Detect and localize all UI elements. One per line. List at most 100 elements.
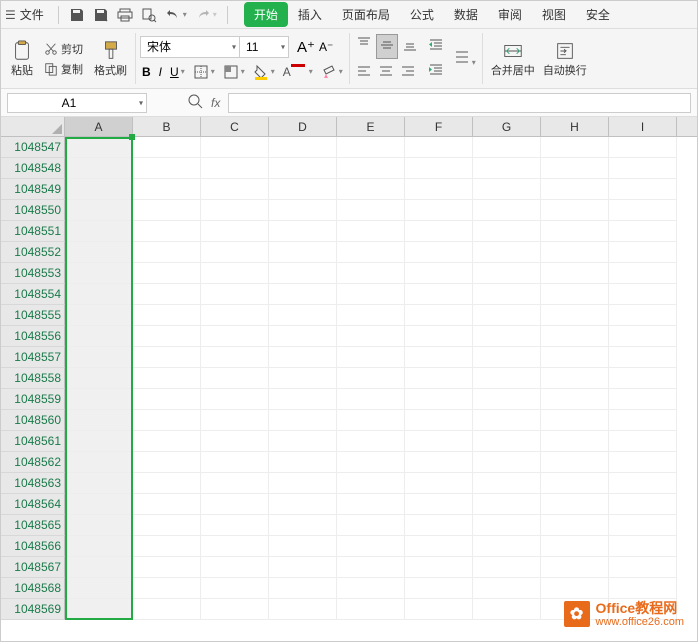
column-header[interactable]: E (337, 117, 405, 136)
row-header[interactable]: 1048555 (1, 305, 65, 326)
cell[interactable] (337, 515, 405, 536)
cell[interactable] (133, 431, 201, 452)
cell[interactable] (405, 599, 473, 620)
cell[interactable] (473, 578, 541, 599)
cell[interactable] (473, 557, 541, 578)
cell[interactable] (473, 242, 541, 263)
cell[interactable] (337, 305, 405, 326)
cell[interactable] (337, 389, 405, 410)
row-header[interactable]: 1048561 (1, 431, 65, 452)
cell[interactable] (337, 578, 405, 599)
cell[interactable] (201, 473, 269, 494)
cell[interactable] (609, 473, 677, 494)
cell[interactable] (337, 431, 405, 452)
cell[interactable] (269, 158, 337, 179)
bold-button[interactable]: B (140, 63, 153, 81)
cell[interactable] (269, 326, 337, 347)
row-header[interactable]: 1048564 (1, 494, 65, 515)
cell[interactable] (133, 263, 201, 284)
cell[interactable] (541, 347, 609, 368)
cell[interactable] (473, 221, 541, 242)
column-header[interactable]: I (609, 117, 677, 136)
cell[interactable] (65, 158, 133, 179)
tab-审阅[interactable]: 审阅 (488, 2, 532, 27)
cell[interactable] (133, 158, 201, 179)
align-top-button[interactable] (354, 34, 374, 59)
cell[interactable] (473, 536, 541, 557)
font-color-button[interactable]: A▾ (281, 62, 315, 82)
cell[interactable] (337, 452, 405, 473)
paste-button[interactable]: 粘贴 (7, 38, 37, 80)
cell[interactable] (133, 305, 201, 326)
cell[interactable] (473, 368, 541, 389)
column-header[interactable]: G (473, 117, 541, 136)
cell[interactable] (405, 536, 473, 557)
cell[interactable] (201, 536, 269, 557)
row-header[interactable]: 1048553 (1, 263, 65, 284)
cell[interactable] (65, 431, 133, 452)
chevron-down-icon[interactable]: ▾ (183, 10, 187, 19)
cell[interactable] (133, 137, 201, 158)
cell[interactable] (337, 326, 405, 347)
cell[interactable] (65, 473, 133, 494)
cell[interactable] (473, 305, 541, 326)
file-menu[interactable]: 文件 (20, 6, 44, 23)
format-painter-button[interactable]: 格式刷 (90, 38, 131, 80)
cell[interactable] (65, 305, 133, 326)
row-header[interactable]: 1048548 (1, 158, 65, 179)
underline-button[interactable]: U▾ (168, 63, 187, 81)
align-right-button[interactable] (398, 61, 418, 84)
tab-页面布局[interactable]: 页面布局 (332, 2, 400, 27)
row-header[interactable]: 1048547 (1, 137, 65, 158)
cell[interactable] (269, 494, 337, 515)
cell[interactable] (201, 137, 269, 158)
cell[interactable] (201, 599, 269, 620)
cell[interactable] (473, 431, 541, 452)
cell[interactable] (201, 158, 269, 179)
cell[interactable] (337, 200, 405, 221)
cell[interactable] (541, 494, 609, 515)
cell[interactable] (609, 242, 677, 263)
cell[interactable] (541, 326, 609, 347)
column-header[interactable]: A (65, 117, 133, 136)
cell[interactable] (609, 263, 677, 284)
align-middle-button[interactable] (376, 34, 398, 59)
cell[interactable] (201, 347, 269, 368)
row-header[interactable]: 1048559 (1, 389, 65, 410)
cell[interactable] (541, 515, 609, 536)
row-header[interactable]: 1048556 (1, 326, 65, 347)
cell[interactable] (405, 326, 473, 347)
cell[interactable] (609, 578, 677, 599)
cell[interactable] (609, 221, 677, 242)
cell[interactable] (133, 221, 201, 242)
cell[interactable] (133, 494, 201, 515)
cell[interactable] (201, 410, 269, 431)
cell[interactable] (541, 410, 609, 431)
cut-button[interactable]: 剪切 (41, 40, 86, 58)
cell[interactable] (473, 200, 541, 221)
cell[interactable] (65, 599, 133, 620)
cell[interactable] (201, 557, 269, 578)
row-header[interactable]: 1048557 (1, 347, 65, 368)
cell[interactable] (133, 410, 201, 431)
cell[interactable] (405, 410, 473, 431)
cell[interactable] (201, 389, 269, 410)
cell[interactable] (541, 452, 609, 473)
row-header[interactable]: 1048567 (1, 557, 65, 578)
cell[interactable] (201, 200, 269, 221)
cell[interactable] (65, 347, 133, 368)
cell[interactable] (541, 242, 609, 263)
cell[interactable] (201, 221, 269, 242)
redo-icon[interactable]: ▾ (195, 7, 217, 23)
save-as-icon[interactable] (93, 7, 109, 23)
cell[interactable] (609, 305, 677, 326)
cell[interactable] (405, 557, 473, 578)
column-header[interactable]: C (201, 117, 269, 136)
cell[interactable] (133, 599, 201, 620)
cell[interactable] (269, 431, 337, 452)
cell[interactable] (133, 242, 201, 263)
cell[interactable] (405, 263, 473, 284)
print-preview-icon[interactable] (141, 7, 157, 23)
cell[interactable] (541, 557, 609, 578)
cell[interactable] (609, 452, 677, 473)
